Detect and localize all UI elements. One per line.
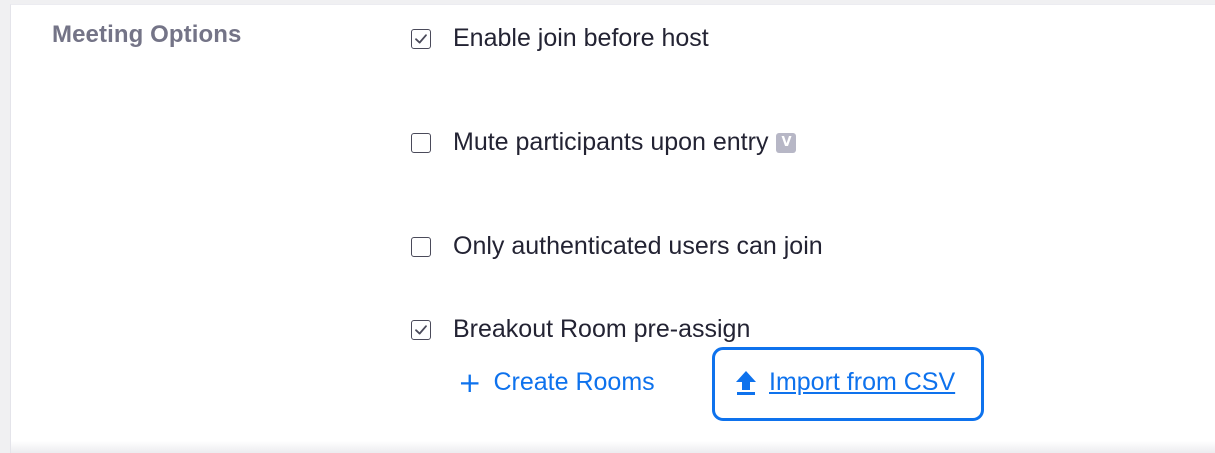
option-label: Breakout Room pre-assign (453, 315, 751, 343)
authenticated-users-option[interactable]: Only authenticated users can join (411, 232, 823, 261)
option-label: Enable join before host (453, 24, 709, 52)
option-label: Mute participants upon entry (453, 128, 769, 156)
mute-participants-option[interactable]: Mute participants upon entry V (411, 128, 797, 157)
section-label: Meeting Options (52, 21, 242, 48)
import-from-csv-link[interactable]: Import from CSV (735, 368, 955, 397)
bottom-shadow (11, 441, 1215, 453)
option-label: Only authenticated users can join (453, 232, 823, 260)
enable-join-before-host-checkbox[interactable] (411, 28, 431, 49)
breakout-room-preassign-checkbox[interactable] (411, 319, 431, 340)
checkmark-icon (415, 324, 427, 334)
mute-participants-checkbox[interactable] (411, 132, 431, 153)
upload-arrow-icon (736, 370, 756, 395)
authenticated-users-checkbox[interactable] (411, 236, 431, 257)
import-from-csv-label: Import from CSV (769, 368, 956, 396)
version-badge-icon: V (776, 132, 797, 153)
plus-icon: + (458, 365, 482, 399)
create-rooms-label: Create Rooms (493, 368, 655, 396)
meeting-options-panel: Meeting Options Enable join before host … (10, 4, 1215, 453)
enable-join-before-host-option[interactable]: Enable join before host (411, 24, 709, 53)
create-rooms-button[interactable]: + Create Rooms (458, 368, 655, 397)
breakout-room-preassign-option[interactable]: Breakout Room pre-assign (411, 315, 750, 344)
checkmark-icon (415, 33, 427, 43)
